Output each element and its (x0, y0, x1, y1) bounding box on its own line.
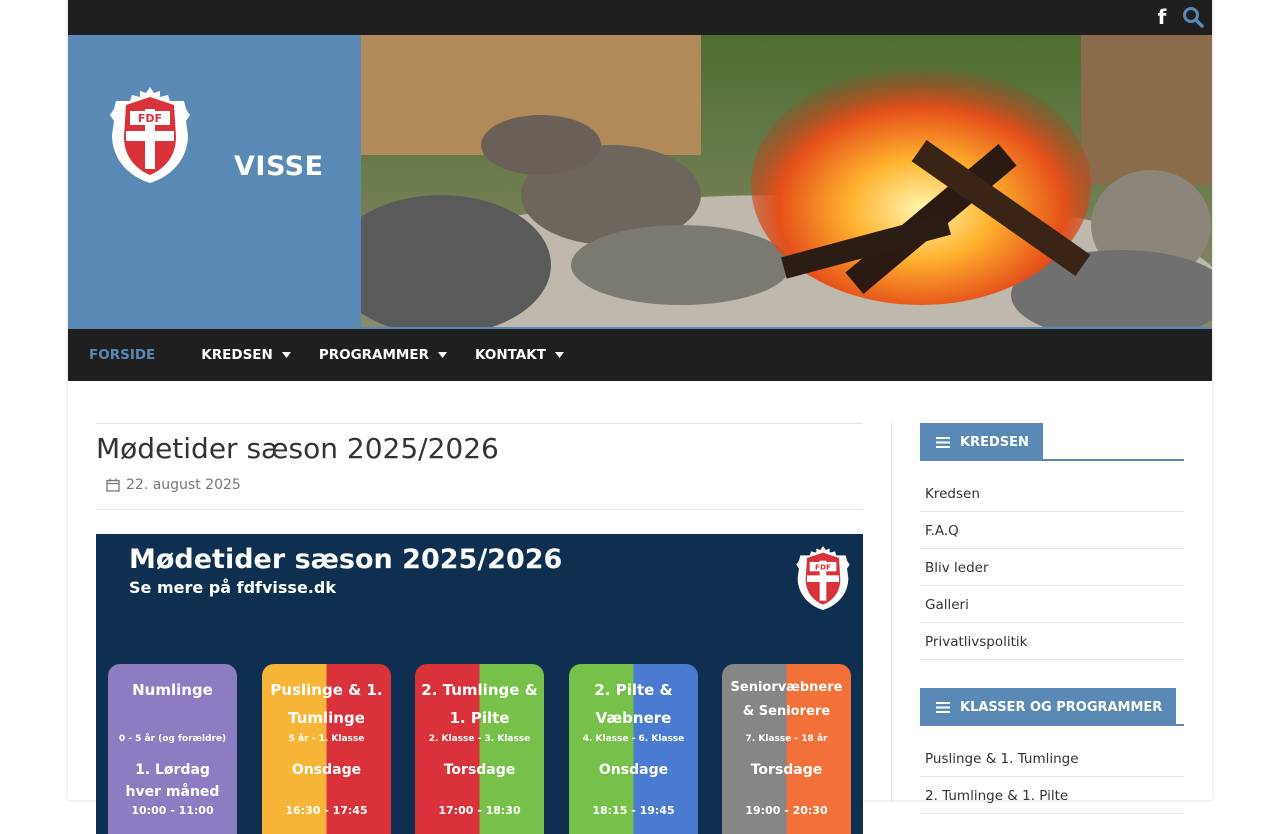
card-puslinge: Puslinge & 1. Tumlinge 5 år - 1. Klasse … (262, 664, 391, 834)
card-title: Seniorvæbnere & Seniorere (730, 680, 843, 719)
sidebar: KREDSEN Kredsen F.A.Q Bliv leder Galleri… (920, 423, 1184, 814)
sidebar-link-privatlivspolitik[interactable]: Privatlivspolitik (920, 623, 1184, 660)
card-seniorer: Seniorvæbnere & Seniorere 7. Klasse - 18… (722, 664, 851, 834)
nav-item-forside[interactable]: FORSIDE (89, 347, 155, 363)
menu-icon (936, 436, 950, 448)
fdf-logo[interactable]: FDF (108, 85, 192, 185)
card-time: 10:00 - 11:00 (131, 804, 214, 817)
nav-item-kredsen[interactable]: KREDSEN (201, 347, 291, 363)
fdf-logo: FDF (796, 546, 850, 610)
sidebar-link-puslinge[interactable]: Puslinge & 1. Tumlinge (920, 740, 1184, 777)
sidebar-link-galleri[interactable]: Galleri (920, 586, 1184, 623)
card-day: Onsdage (291, 762, 362, 778)
content-area: Mødetider sæson 2025/2026 22. august 202… (68, 381, 1212, 834)
site-title[interactable]: VISSE (234, 151, 324, 182)
header-campfire-image (361, 35, 1212, 327)
sidebar-link-bliv-leder[interactable]: Bliv leder (920, 549, 1184, 586)
chevron-down-icon (281, 352, 291, 358)
card-age: 2. Klasse - 3. Klasse (428, 734, 531, 744)
card-title: 2. Pilte & Væbnere (594, 681, 673, 727)
facebook-icon[interactable]: f (1152, 5, 1172, 29)
meeting-times-poster[interactable]: Mødetider sæson 2025/2026 Se mere på fdf… (96, 534, 863, 834)
brand-panel: FDF VISSE (68, 35, 361, 327)
card-age: 7. Klasse - 18 år (745, 734, 828, 744)
widget-kredsen: KREDSEN Kredsen F.A.Q Bliv leder Galleri… (920, 423, 1184, 660)
card-day: 1. Lørdag (135, 762, 210, 778)
site-container: f FDF VISSE FORSIDE KREDSEN PROGRAMMER K… (68, 0, 1212, 834)
widget-header: KREDSEN (920, 423, 1184, 461)
post-article: Mødetider sæson 2025/2026 22. august 202… (96, 423, 863, 834)
card-time: 17:00 - 18:30 (438, 804, 521, 817)
card-day: Torsdage (750, 762, 823, 778)
poster-subtitle: Se mere på fdfvisse.dk (129, 578, 336, 597)
poster-title: Mødetider sæson 2025/2026 (129, 544, 563, 575)
site-header: FDF VISSE (68, 35, 1212, 327)
svg-text:FDF: FDF (138, 112, 162, 125)
top-bar: f (68, 0, 1212, 35)
chevron-down-icon (438, 352, 447, 358)
widget-title-tab: KLASSER OG PROGRAMMER (920, 688, 1177, 726)
sidebar-link-kredsen[interactable]: Kredsen (920, 475, 1184, 512)
sidebar-link-faq[interactable]: F.A.Q (920, 512, 1184, 549)
card-numlinge: Numlinge 0 - 5 år (og forældre) 1. Lørda… (108, 664, 237, 834)
card-title: 2. Tumlinge & 1. Pilte (421, 681, 538, 727)
column-divider (891, 423, 892, 803)
card-time: 18:15 - 19:45 (592, 804, 675, 817)
post-title[interactable]: Mødetider sæson 2025/2026 (96, 432, 863, 465)
main-navigation: FORSIDE KREDSEN PROGRAMMER KONTAKT (68, 329, 1212, 381)
card-tumlinge: 2. Tumlinge & 1. Pilte 2. Klasse - 3. Kl… (415, 664, 544, 834)
card-pilte: 2. Pilte & Væbnere 4. Klasse - 6. Klasse… (569, 664, 698, 834)
card-title: Numlinge (132, 681, 213, 699)
nav-item-kontakt[interactable]: KONTAKT (475, 347, 564, 363)
widget-link-list: Puslinge & 1. Tumlinge 2. Tumlinge & 1. … (920, 740, 1184, 814)
card-time: 19:00 - 20:30 (745, 804, 828, 817)
card-title: Puslinge & 1. Tumlinge (270, 681, 383, 727)
widget-title-tab: KREDSEN (920, 423, 1043, 461)
card-day: Torsdage (443, 762, 516, 778)
nav-item-programmer[interactable]: PROGRAMMER (319, 347, 447, 363)
svg-text:FDF: FDF (815, 562, 831, 571)
chevron-down-icon (554, 352, 564, 358)
calendar-icon (106, 478, 120, 492)
card-time: 16:30 - 17:45 (285, 804, 368, 817)
card-age: 4. Klasse - 6. Klasse (582, 734, 685, 744)
post-date[interactable]: 22. august 2025 (126, 477, 241, 493)
card-day: Onsdage (598, 762, 669, 778)
widget-link-list: Kredsen F.A.Q Bliv leder Galleri Privatl… (920, 475, 1184, 660)
divider (96, 423, 863, 424)
post-meta: 22. august 2025 (106, 477, 863, 493)
widget-klasser: KLASSER OG PROGRAMMER Puslinge & 1. Tuml… (920, 688, 1184, 814)
search-icon[interactable] (1182, 6, 1204, 28)
card-age: 5 år - 1. Klasse (288, 734, 365, 744)
divider (96, 509, 863, 510)
sidebar-link-tumlinge[interactable]: 2. Tumlinge & 1. Pilte (920, 777, 1184, 814)
widget-header: KLASSER OG PROGRAMMER (920, 688, 1184, 726)
card-age: 0 - 5 år (og forældre) (118, 734, 227, 744)
menu-icon (936, 701, 950, 713)
